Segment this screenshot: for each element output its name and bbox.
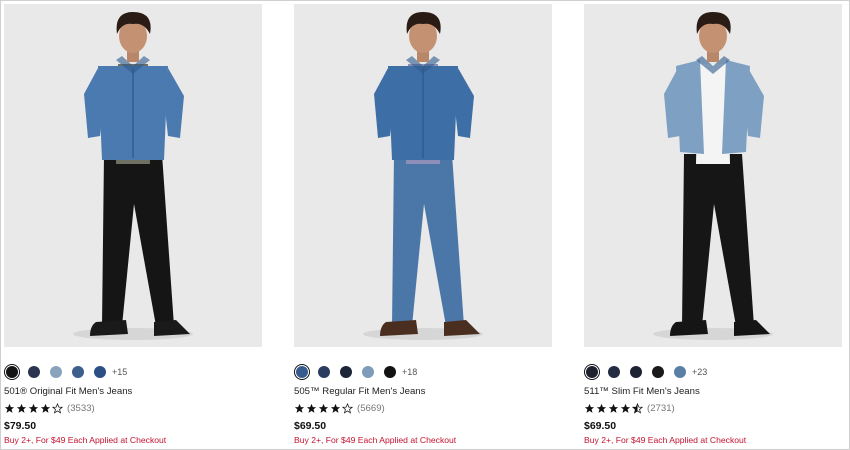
product-image[interactable]: [294, 4, 552, 347]
star-rating: [4, 403, 64, 414]
color-swatch[interactable]: [340, 366, 352, 378]
star-full-icon: [596, 403, 607, 413]
more-colors-link[interactable]: +23: [692, 367, 707, 377]
review-count: (2731): [647, 403, 675, 414]
star-full-icon: [620, 403, 631, 413]
rating[interactable]: (5669): [294, 403, 385, 414]
star-full-icon: [40, 403, 51, 413]
color-swatch[interactable]: [608, 366, 620, 378]
promo-text: Buy 2+, For $49 Each Applied at Checkout: [584, 435, 747, 445]
more-colors-link[interactable]: +15: [112, 367, 127, 377]
model-photo: [294, 4, 552, 347]
color-swatch[interactable]: [362, 366, 374, 378]
color-swatch[interactable]: [674, 366, 686, 378]
product-image[interactable]: [4, 4, 262, 347]
star-full-icon: [294, 403, 305, 413]
color-swatch[interactable]: [94, 366, 106, 378]
model-photo: [4, 4, 262, 347]
star-full-icon: [16, 403, 27, 413]
product-image[interactable]: [584, 4, 842, 347]
star-empty-icon: [52, 403, 63, 414]
color-swatch[interactable]: [318, 366, 330, 378]
star-full-icon: [306, 403, 317, 413]
star-rating: [584, 403, 644, 414]
promo-text: Buy 2+, For $49 Each Applied at Checkout: [294, 435, 457, 445]
color-swatch[interactable]: [384, 366, 396, 378]
product-name[interactable]: 505™ Regular Fit Men's Jeans: [294, 386, 425, 397]
more-colors-link[interactable]: +18: [402, 367, 417, 377]
product-name[interactable]: 501® Original Fit Men's Jeans: [4, 386, 132, 397]
product-card[interactable]: +18 505™ Regular Fit Men's Jeans (5669) …: [293, 4, 552, 446]
star-full-icon: [318, 403, 329, 413]
color-swatches: +15: [3, 363, 127, 381]
star-rating: [294, 403, 354, 414]
star-half-icon: [632, 403, 643, 414]
promo-text: Buy 2+, For $49 Each Applied at Checkout: [4, 435, 167, 445]
price: $69.50: [294, 420, 327, 432]
product-card[interactable]: +15 501® Original Fit Men's Jeans (3533)…: [3, 4, 262, 446]
model-photo: [584, 4, 842, 347]
color-swatch[interactable]: [652, 366, 664, 378]
star-full-icon: [584, 403, 595, 413]
color-swatch[interactable]: [72, 366, 84, 378]
price: $69.50: [584, 420, 617, 432]
color-swatch[interactable]: [583, 363, 601, 381]
rating[interactable]: (3533): [4, 403, 95, 414]
rating[interactable]: (2731): [584, 403, 675, 414]
color-swatches: +18: [293, 363, 417, 381]
star-full-icon: [330, 403, 341, 413]
color-swatch[interactable]: [50, 366, 62, 378]
star-full-icon: [28, 403, 39, 413]
color-swatch[interactable]: [293, 363, 311, 381]
star-full-icon: [4, 403, 15, 413]
review-count: (3533): [67, 403, 95, 414]
price: $79.50: [4, 420, 37, 432]
star-empty-icon: [342, 403, 353, 414]
star-full-icon: [608, 403, 619, 413]
color-swatch[interactable]: [28, 366, 40, 378]
color-swatch[interactable]: [630, 366, 642, 378]
product-card[interactable]: +23 511™ Slim Fit Men's Jeans (2731) $69…: [583, 4, 842, 446]
product-name[interactable]: 511™ Slim Fit Men's Jeans: [584, 386, 700, 397]
color-swatches: +23: [583, 363, 707, 381]
color-swatch[interactable]: [3, 363, 21, 381]
review-count: (5669): [357, 403, 385, 414]
